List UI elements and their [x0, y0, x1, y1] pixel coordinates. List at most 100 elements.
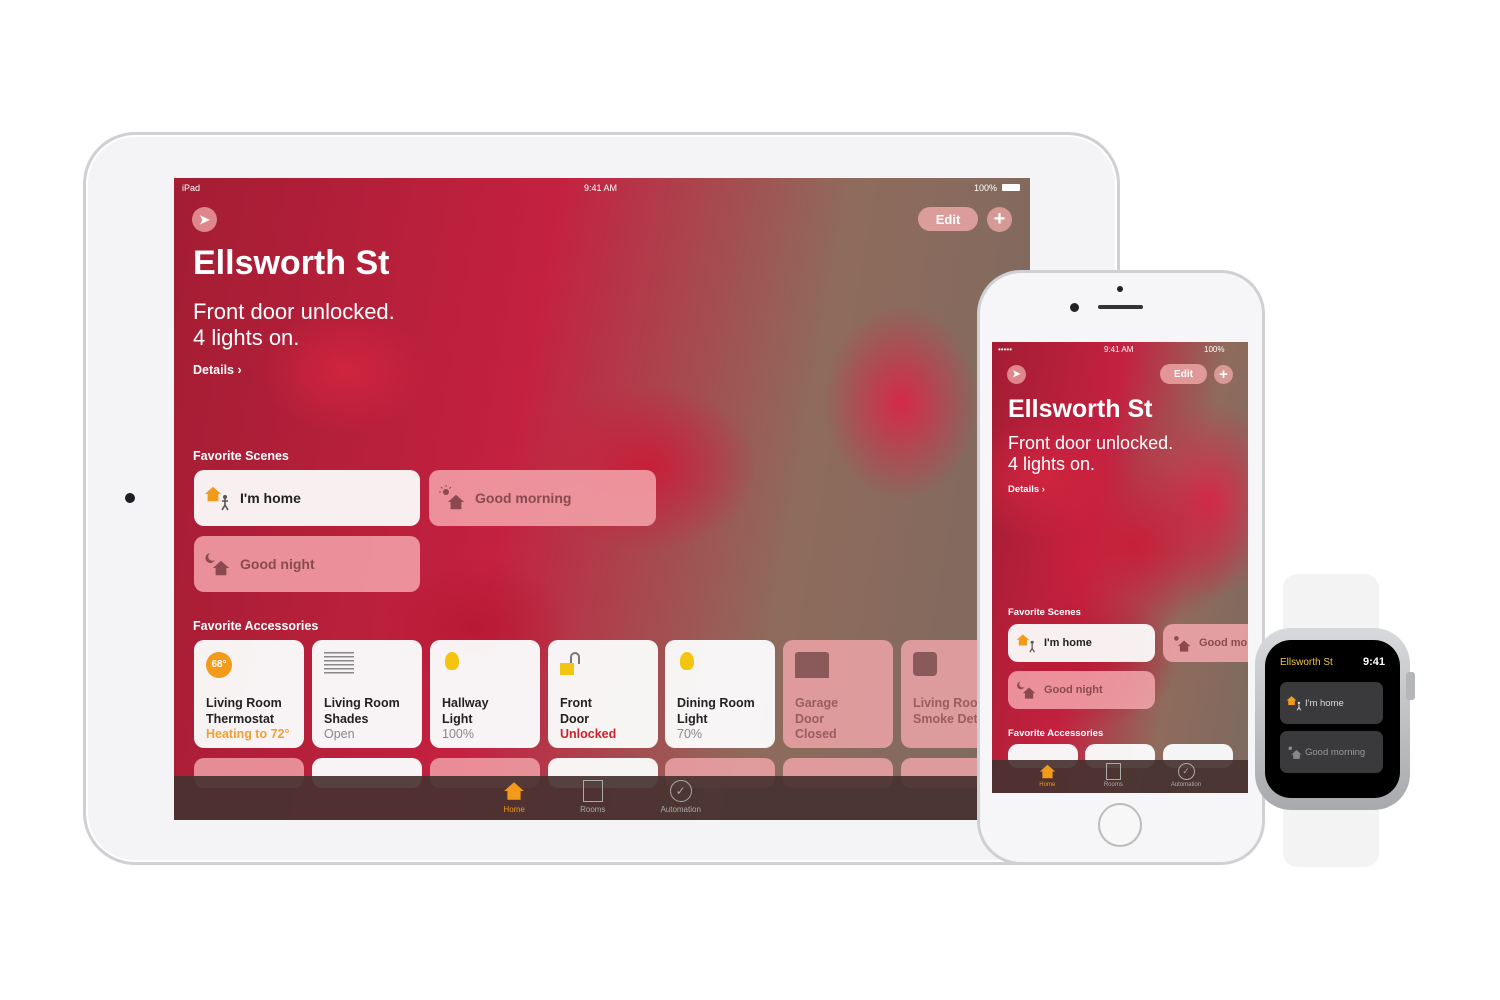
accessory-name-line2: Shades [324, 711, 369, 726]
accessory-status: Open [324, 727, 355, 741]
unlocked-padlock-icon [560, 652, 584, 676]
accessory-name-line1: Garage [795, 696, 839, 710]
tab-automation[interactable]: ✓ Automation [1171, 763, 1201, 793]
watch-screen: Ellsworth St 9:41 I'm home Good morning [1265, 640, 1400, 798]
home-icon [1039, 764, 1055, 779]
tab-automation[interactable]: ✓ Automation [660, 780, 701, 820]
accessory-tile[interactable]: Front Door Unlocked [548, 640, 658, 748]
accessory-name-line1: Front [560, 696, 592, 710]
scene-label: Good morning [1305, 746, 1366, 758]
iphone-speaker [1098, 305, 1143, 309]
scene-label: I'm home [240, 490, 301, 506]
summary-line-2: 4 lights on. [193, 325, 300, 350]
rooms-icon [582, 780, 603, 802]
accessory-name-line1: Hallway [442, 696, 489, 710]
scene-label: I'm home [1305, 697, 1344, 709]
location-button[interactable]: ➤ [192, 207, 217, 232]
edit-button[interactable]: Edit [918, 207, 978, 231]
accessory-name-line2: Thermostat [206, 711, 275, 726]
scene-good-morning[interactable]: Good mo [1163, 624, 1248, 662]
accessory-status: Heating to 72° [206, 727, 290, 741]
summary-line-2: 4 lights on. [1008, 454, 1096, 474]
ipad-camera [125, 493, 135, 503]
accessory-tile[interactable]: 68° Living Room Thermostat Heating to 72° [194, 640, 304, 748]
accessory-status: 70% [677, 727, 703, 741]
scene-good-night[interactable]: Good night [1008, 671, 1155, 709]
house-person-icon [1286, 696, 1302, 711]
lightbulb-icon [680, 652, 694, 670]
accessory-tile[interactable]: Living Room Shades Open [312, 640, 422, 748]
scenes-header: Favorite Scenes [1008, 607, 1081, 618]
smoke-detector-icon [913, 652, 937, 676]
sun-house-icon [439, 485, 465, 510]
home-button[interactable] [1098, 803, 1142, 847]
iphone-status-time: 9:41 AM [1104, 345, 1134, 354]
accessory-tile[interactable]: Dining Room Light 70% [665, 640, 775, 748]
scene-label: I'm home [1044, 637, 1092, 649]
scene-label: Good morning [475, 490, 572, 506]
accessory-name-line1: Dining Room [677, 696, 755, 710]
scenes-header: Favorite Scenes [193, 449, 289, 463]
accessory-tile[interactable]: Garage Door Closed [783, 640, 893, 748]
watch-title: Ellsworth St [1280, 657, 1333, 668]
watch-time: 9:41 [1363, 656, 1386, 668]
digital-crown[interactable] [1406, 672, 1415, 700]
house-person-icon [204, 486, 229, 511]
lightbulb-icon [445, 652, 459, 670]
moon-house-icon [1017, 681, 1036, 699]
scene-label: Good night [240, 556, 315, 572]
summary-line-1: Front door unlocked. [1008, 433, 1174, 453]
scene-im-home[interactable]: I'm home [194, 470, 420, 526]
add-button[interactable]: + [987, 207, 1012, 232]
accessory-name-line2: Door [560, 711, 590, 726]
scene-good-morning[interactable]: Good morning [429, 470, 656, 526]
add-button[interactable]: + [1214, 365, 1233, 384]
watch-scene-good-morning[interactable]: Good morning [1280, 731, 1383, 773]
sun-house-icon [1288, 746, 1302, 759]
iphone-front-camera [1070, 303, 1079, 312]
tab-bar: Home Rooms ✓ Automation [992, 760, 1248, 793]
battery-icon [1002, 184, 1020, 191]
accessory-status: Unlocked [560, 727, 617, 741]
home-title: Ellsworth St [1008, 395, 1153, 423]
iphone-status-signal: ••••• [998, 345, 1013, 354]
ipad-status-time: 9:41 AM [584, 183, 618, 193]
accessory-status: 100% [442, 727, 474, 741]
scene-good-night[interactable]: Good night [194, 536, 420, 592]
garage-icon [795, 652, 829, 678]
details-link[interactable]: Details › [193, 363, 242, 377]
accessory-status: Closed [795, 727, 837, 741]
accessory-name-line1: Living Room [324, 696, 400, 710]
thermostat-icon: 68° [206, 652, 232, 678]
tab-bar: Home Rooms ✓ Automation [174, 776, 1030, 820]
home-icon [504, 782, 524, 800]
rooms-icon [1105, 763, 1121, 780]
house-person-icon [1016, 634, 1035, 653]
iphone-status-battery: 100% [1204, 345, 1225, 354]
accessory-name-line2: Light [677, 711, 708, 726]
scene-im-home[interactable]: I'm home [1008, 624, 1155, 662]
shades-icon [324, 652, 354, 676]
scene-label: Good mo [1199, 637, 1248, 649]
watch-scene-im-home[interactable]: I'm home [1280, 682, 1383, 724]
tab-rooms[interactable]: Rooms [580, 780, 605, 820]
accessory-name-line2: Light [442, 711, 473, 726]
location-arrow-icon: ➤ [1012, 369, 1021, 380]
summary-line-1: Front door unlocked. [193, 299, 395, 324]
iphone-screen: ••••• 9:41 AM 100% ➤ Edit + Ellsworth St… [992, 342, 1248, 793]
ipad-screen: iPad 9:41 AM 100% ➤ Edit + Ellsworth St … [174, 178, 1030, 820]
accessory-tile[interactable]: Hallway Light 100% [430, 640, 540, 748]
tab-home[interactable]: Home [1039, 763, 1056, 793]
accessory-name-line2: Door [795, 711, 825, 726]
location-button[interactable]: ➤ [1007, 365, 1026, 384]
tab-rooms[interactable]: Rooms [1104, 763, 1123, 793]
clock-check-icon: ✓ [669, 780, 692, 802]
details-link[interactable]: Details › [1008, 484, 1045, 495]
clock-check-icon: ✓ [1177, 763, 1195, 780]
ipad-status-battery: 100% [974, 183, 998, 193]
moon-house-icon [205, 553, 230, 576]
scene-label: Good night [1044, 684, 1103, 696]
accessory-name-line1: Living Room [206, 696, 282, 710]
edit-button[interactable]: Edit [1160, 364, 1207, 384]
tab-home[interactable]: Home [503, 780, 525, 820]
